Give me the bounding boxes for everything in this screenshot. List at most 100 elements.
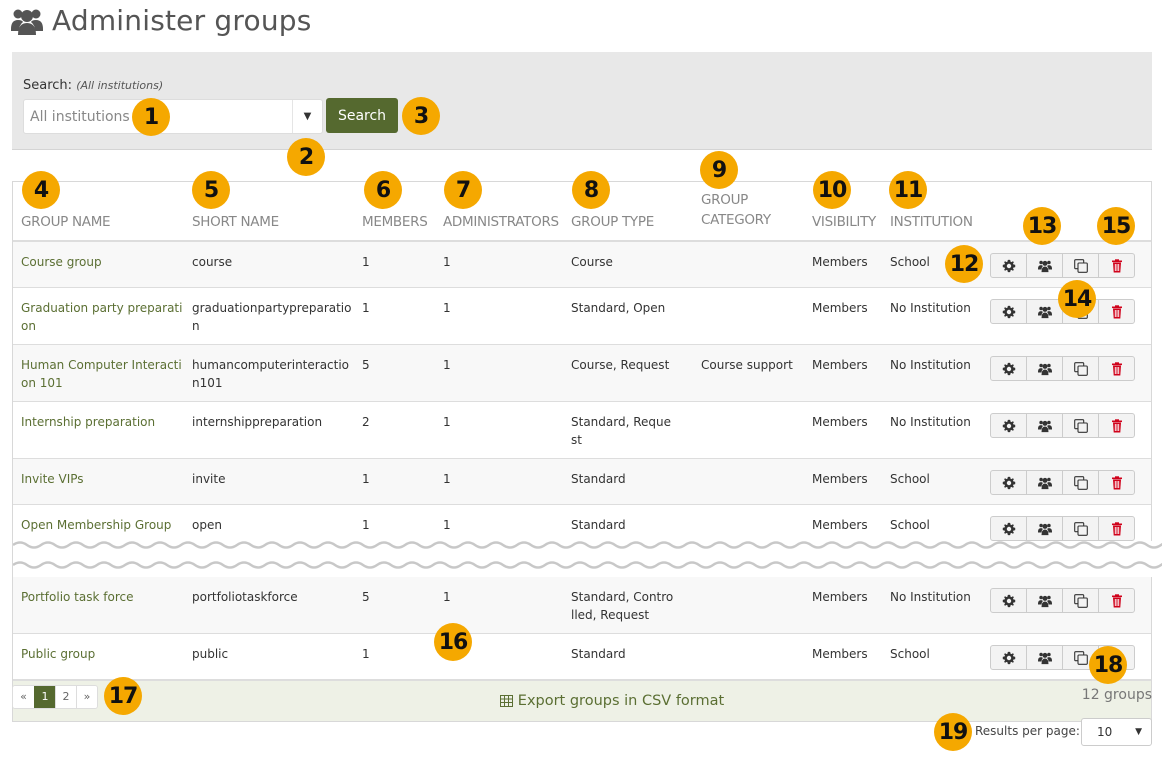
cell-members: 1 <box>354 458 435 505</box>
annotation-badge: 5 <box>192 171 230 209</box>
manage-members-button[interactable] <box>1026 516 1063 541</box>
cell-institution: School <box>882 504 974 541</box>
table-row: Open Membership Group open 1 1 Standard Membe… <box>13 504 1151 541</box>
copy-icon <box>1073 475 1088 490</box>
settings-button[interactable] <box>990 470 1027 495</box>
export-row: Export groups in CSV format <box>13 680 1151 722</box>
cell-members: 1 <box>354 287 435 345</box>
column-header-group-category-text: Group category <box>701 192 771 228</box>
cell-group-type: Standard, Open <box>563 287 693 345</box>
cell-administrators: 1 <box>435 401 563 459</box>
cell-visibility: Members <box>804 287 882 345</box>
cell-short-name: graduationpartypreparation <box>184 287 354 345</box>
results-per-page-select[interactable]: 10 ▼ <box>1081 718 1152 746</box>
delete-button[interactable] <box>1098 253 1135 278</box>
cell-actions <box>974 401 1151 459</box>
group-name-link[interactable]: Portfolio task force <box>21 590 133 604</box>
cell-institution: No Institution <box>882 577 974 634</box>
manage-members-icon <box>1037 476 1052 490</box>
pagination-next[interactable]: » <box>76 686 97 708</box>
chevron-down-icon[interactable]: ▼ <box>292 100 322 133</box>
cell-group-category <box>693 287 804 345</box>
cell-institution: No Institution <box>882 401 974 459</box>
search-label: Search: (All institutions) <box>23 78 163 93</box>
copy-button[interactable] <box>1062 356 1099 381</box>
group-name-link[interactable]: Human Computer Interaction 101 <box>21 358 182 390</box>
results-per-page-label: Results per page: <box>975 724 1080 738</box>
copy-button[interactable] <box>1062 470 1099 495</box>
group-name-link[interactable]: Course group <box>21 255 102 269</box>
search-button[interactable]: Search <box>326 98 398 133</box>
delete-icon <box>1110 475 1124 490</box>
cell-institution: School <box>882 633 974 680</box>
copy-button[interactable] <box>1062 588 1099 613</box>
delete-icon <box>1110 593 1124 608</box>
cell-members: 1 <box>354 241 435 288</box>
cell-members: 5 <box>354 344 435 402</box>
cell-administrators: 1 <box>435 458 563 505</box>
delete-icon <box>1110 304 1124 319</box>
manage-members-button[interactable] <box>1026 413 1063 438</box>
manage-members-button[interactable] <box>1026 588 1063 613</box>
table-row: Invite VIPs invite 1 1 Standard Members School <box>13 458 1151 505</box>
row-action-buttons <box>990 356 1135 381</box>
copy-button[interactable] <box>1062 516 1099 541</box>
cell-institution: No Institution <box>882 344 974 402</box>
group-name-link[interactable]: Open Membership Group <box>21 518 171 532</box>
export-csv-link[interactable]: Export groups in CSV format <box>499 693 724 709</box>
delete-button[interactable] <box>1098 413 1135 438</box>
group-name-link[interactable]: Graduation party preparation <box>21 301 182 333</box>
cell-members: 1 <box>354 633 435 680</box>
pagination-page-2[interactable]: 2 <box>55 686 76 708</box>
settings-icon <box>1002 476 1016 490</box>
copy-icon <box>1073 258 1088 273</box>
institution-select[interactable]: All institutions ▼ <box>23 99 323 134</box>
group-name-link[interactable]: Public group <box>21 647 95 661</box>
manage-members-button[interactable] <box>1026 470 1063 495</box>
settings-button[interactable] <box>990 413 1027 438</box>
settings-icon <box>1002 522 1016 536</box>
settings-icon <box>1002 305 1016 319</box>
settings-button[interactable] <box>990 645 1027 670</box>
manage-members-button[interactable] <box>1026 253 1063 278</box>
page-title-text: Administer groups <box>52 4 312 37</box>
search-scope-note: (All institutions) <box>76 79 164 92</box>
pagination-page-1[interactable]: 1 <box>34 686 55 708</box>
manage-members-button[interactable] <box>1026 645 1063 670</box>
copy-button[interactable] <box>1062 413 1099 438</box>
annotation-badge: 3 <box>402 97 440 135</box>
copy-button[interactable] <box>1062 253 1099 278</box>
cell-short-name: portfoliotaskforce <box>184 577 354 634</box>
settings-button[interactable] <box>990 299 1027 324</box>
delete-button[interactable] <box>1098 516 1135 541</box>
copy-icon <box>1073 361 1088 376</box>
delete-button[interactable] <box>1098 588 1135 613</box>
delete-button[interactable] <box>1098 299 1135 324</box>
column-header-group-category[interactable]: Group category <box>693 182 804 242</box>
settings-button[interactable] <box>990 253 1027 278</box>
settings-button[interactable] <box>990 356 1027 381</box>
cell-actions <box>974 458 1151 505</box>
results-count: 12 groups <box>1081 687 1152 703</box>
manage-members-button[interactable] <box>1026 356 1063 381</box>
cell-institution: No Institution <box>882 287 974 345</box>
annotation-badge: 12 <box>945 245 983 283</box>
results-per-page-value: 10 <box>1097 725 1113 739</box>
group-name-link[interactable]: Internship preparation <box>21 415 155 429</box>
cell-group-category <box>693 633 804 680</box>
cell-actions <box>974 577 1151 634</box>
settings-button[interactable] <box>990 516 1027 541</box>
settings-button[interactable] <box>990 588 1027 613</box>
cell-short-name: open <box>184 504 354 541</box>
delete-icon <box>1110 418 1124 433</box>
cell-visibility: Members <box>804 577 882 634</box>
annotation-badge: 16 <box>434 623 472 661</box>
delete-button[interactable] <box>1098 470 1135 495</box>
delete-button[interactable] <box>1098 356 1135 381</box>
pagination-prev[interactable]: « <box>13 686 34 708</box>
manage-members-icon <box>1037 419 1052 433</box>
cell-visibility: Members <box>804 241 882 288</box>
group-name-link[interactable]: Invite VIPs <box>21 472 84 486</box>
cell-group-name: Public group <box>13 633 184 680</box>
row-action-buttons <box>990 253 1135 278</box>
